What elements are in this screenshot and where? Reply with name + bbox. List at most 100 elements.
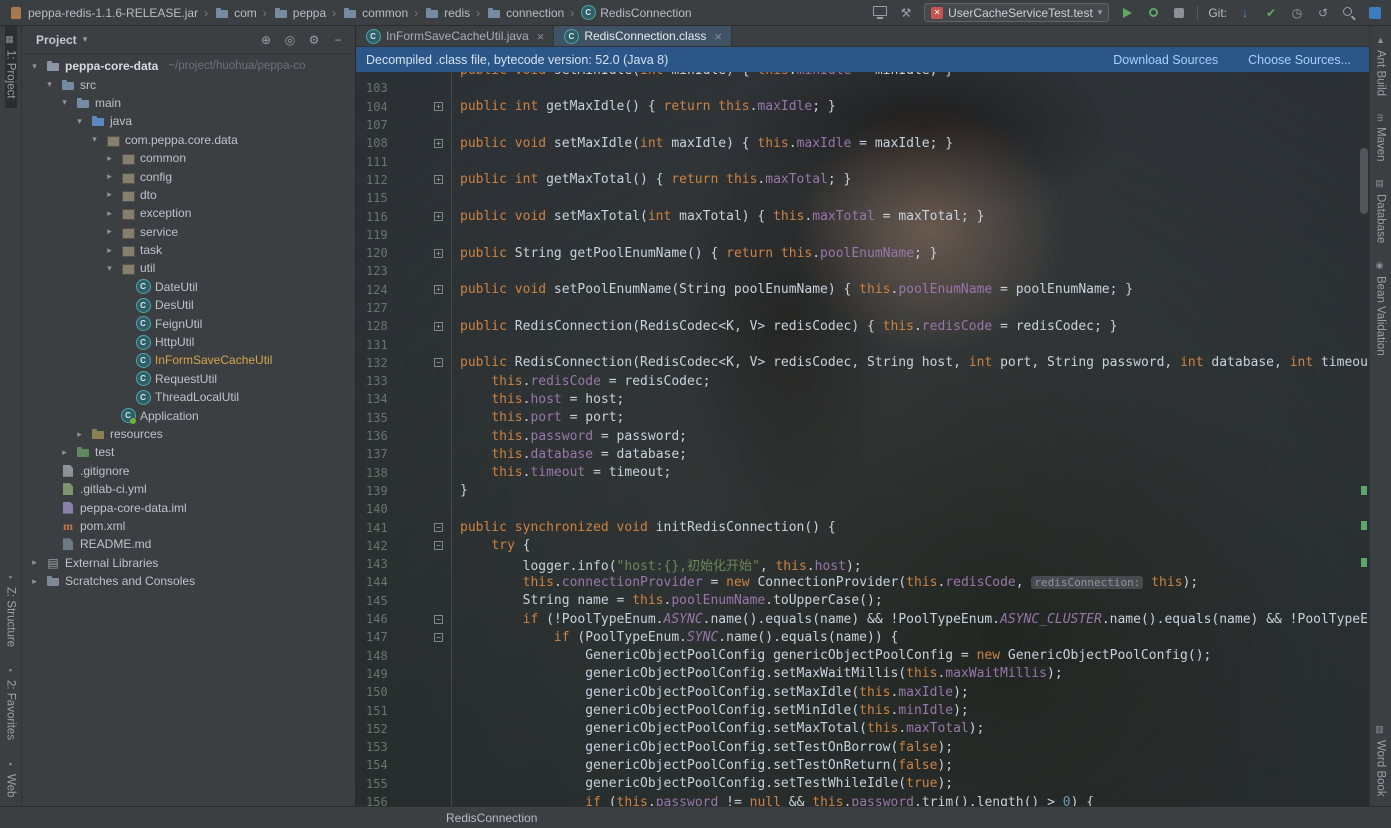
tree-item-resources[interactable]: ▸resources bbox=[22, 425, 355, 443]
chevron-collapsed-icon[interactable]: ▸ bbox=[103, 171, 116, 182]
close-icon[interactable]: × bbox=[537, 29, 545, 44]
chevron-expanded-icon[interactable]: ▾ bbox=[58, 97, 71, 108]
git-update-icon[interactable]: ↓ bbox=[1237, 5, 1253, 21]
editor-tab-redisconnection-class[interactable]: RedisConnection.class× bbox=[554, 26, 732, 46]
tool-window-button-bean-validation[interactable]: ◉Bean Validation bbox=[1375, 252, 1387, 365]
tree-item-exception[interactable]: ▸exception bbox=[22, 204, 355, 222]
tree-item-dateutil[interactable]: DateUtil bbox=[22, 278, 355, 296]
code-editor[interactable]: public void setMinIdle(int minIdle) { th… bbox=[356, 72, 1369, 806]
tool-window-button-z-structure[interactable]: ▪Z: Structure bbox=[5, 563, 17, 656]
fold-icon[interactable]: + bbox=[434, 322, 443, 331]
tool-window-button-word-book[interactable]: ▥Word Book bbox=[1375, 716, 1387, 806]
fold-icon[interactable]: + bbox=[434, 102, 443, 111]
tool-window-button-2-favorites[interactable]: ▪2: Favorites bbox=[5, 656, 17, 749]
fold-icon[interactable]: + bbox=[434, 175, 443, 184]
tree-item-readme-md[interactable]: README.md bbox=[22, 535, 355, 553]
tree-item-service[interactable]: ▸service bbox=[22, 223, 355, 241]
chevron-collapsed-icon[interactable]: ▸ bbox=[103, 208, 116, 219]
chevron-collapsed-icon[interactable]: ▸ bbox=[58, 447, 71, 458]
tree-item-httputil[interactable]: HttpUtil bbox=[22, 333, 355, 351]
git-commit-icon[interactable]: ✔ bbox=[1263, 5, 1279, 21]
chevron-down-icon[interactable]: ▾ bbox=[83, 34, 88, 45]
project-panel-title[interactable]: Project bbox=[36, 33, 77, 47]
chevron-expanded-icon[interactable]: ▾ bbox=[43, 79, 56, 90]
tree-item-test[interactable]: ▸test bbox=[22, 443, 355, 461]
collapse-all-icon[interactable]: ◎ bbox=[281, 33, 299, 47]
tree-item-external-libraries[interactable]: ▸External Libraries bbox=[22, 554, 355, 572]
run-config-select[interactable]: ✕ UserCacheServiceTest.test ▾ bbox=[924, 3, 1109, 22]
chevron-expanded-icon[interactable]: ▾ bbox=[28, 61, 41, 72]
tree-item-peppa-core-data-iml[interactable]: peppa-core-data.iml bbox=[22, 498, 355, 516]
tree-item-threadlocalutil[interactable]: ThreadLocalUtil bbox=[22, 388, 355, 406]
editor-scrollbar[interactable] bbox=[1359, 72, 1369, 806]
fold-icon[interactable]: − bbox=[434, 523, 443, 532]
chevron-collapsed-icon[interactable]: ▸ bbox=[28, 557, 41, 568]
close-icon[interactable]: × bbox=[714, 29, 722, 44]
scrollbar-thumb[interactable] bbox=[1360, 148, 1368, 214]
tree-item-task[interactable]: ▸task bbox=[22, 241, 355, 259]
fold-icon[interactable]: + bbox=[434, 249, 443, 258]
chevron-collapsed-icon[interactable]: ▸ bbox=[103, 226, 116, 237]
tree-item-informsavecacheutil[interactable]: InFormSaveCacheUtil bbox=[22, 351, 355, 369]
tree-item-application[interactable]: Application bbox=[22, 406, 355, 424]
tree-item-main[interactable]: ▾main bbox=[22, 94, 355, 112]
search-icon[interactable] bbox=[1341, 5, 1357, 21]
tree-item-com-peppa-core-data[interactable]: ▾com.peppa.core.data bbox=[22, 131, 355, 149]
tool-window-button-ant-build[interactable]: ▲Ant Build bbox=[1375, 26, 1387, 105]
fold-icon[interactable]: + bbox=[434, 285, 443, 294]
tree-item-peppa-core-data[interactable]: ▾peppa-core-data~/project/huohua/peppa-c… bbox=[22, 57, 355, 75]
breadcrumb-item-redisconnection[interactable]: RedisConnection bbox=[580, 5, 691, 21]
breadcrumb-item-connection[interactable]: connection bbox=[486, 5, 564, 21]
monitor-icon[interactable] bbox=[872, 5, 888, 21]
banner-link-choose-sources[interactable]: Choose Sources... bbox=[1248, 53, 1351, 67]
status-breadcrumb[interactable]: RedisConnection bbox=[446, 811, 537, 825]
breadcrumb-item-peppa-redis-1-1-6-release-jar[interactable]: peppa-redis-1.1.6-RELEASE.jar bbox=[8, 5, 198, 21]
banner-link-download-sources[interactable]: Download Sources bbox=[1113, 53, 1218, 67]
breadcrumb-item-common[interactable]: common bbox=[342, 5, 408, 21]
tree-item-gitlab-ci-yml[interactable]: .gitlab-ci.yml bbox=[22, 480, 355, 498]
chevron-expanded-icon[interactable]: ▾ bbox=[88, 134, 101, 145]
tree-item-util[interactable]: ▾util bbox=[22, 259, 355, 277]
gear-icon[interactable]: ⚙ bbox=[305, 33, 323, 47]
breadcrumb-item-redis[interactable]: redis bbox=[424, 5, 470, 21]
tool-window-button-database[interactable]: ▤Database bbox=[1375, 170, 1387, 252]
tool-window-button-1-project[interactable]: ▦1: Project bbox=[5, 26, 17, 108]
undo-icon[interactable]: ↺ bbox=[1315, 5, 1331, 21]
hide-panel-icon[interactable]: − bbox=[329, 33, 347, 47]
fold-icon[interactable]: − bbox=[434, 358, 443, 367]
chevron-collapsed-icon[interactable]: ▸ bbox=[103, 189, 116, 200]
tool-window-button-web[interactable]: ▪Web bbox=[5, 750, 17, 806]
tool-window-button-maven[interactable]: mMaven bbox=[1375, 105, 1387, 170]
history-icon[interactable]: ◷ bbox=[1289, 5, 1305, 21]
run-button[interactable] bbox=[1123, 8, 1132, 18]
chevron-collapsed-icon[interactable]: ▸ bbox=[73, 429, 86, 440]
tree-item-config[interactable]: ▸config bbox=[22, 167, 355, 185]
tree-item-dto[interactable]: ▸dto bbox=[22, 186, 355, 204]
coverage-icon[interactable] bbox=[1149, 8, 1158, 17]
locate-icon[interactable]: ⊕ bbox=[257, 33, 275, 47]
fold-icon[interactable]: − bbox=[434, 541, 443, 550]
chevron-collapsed-icon[interactable]: ▸ bbox=[103, 245, 116, 256]
fold-icon[interactable]: − bbox=[434, 615, 443, 624]
chevron-expanded-icon[interactable]: ▾ bbox=[103, 263, 116, 274]
tree-item-feignutil[interactable]: FeignUtil bbox=[22, 314, 355, 332]
fold-icon[interactable]: + bbox=[434, 139, 443, 148]
tree-item-common[interactable]: ▸common bbox=[22, 149, 355, 167]
tree-item-pom-xml[interactable]: pom.xml bbox=[22, 517, 355, 535]
breadcrumb-item-com[interactable]: com bbox=[214, 5, 257, 21]
tree-item-desutil[interactable]: DesUtil bbox=[22, 296, 355, 314]
tree-item-scratches-and-consoles[interactable]: ▸Scratches and Consoles bbox=[22, 572, 355, 590]
build-hammer-icon[interactable]: ⚒ bbox=[898, 5, 914, 21]
tree-item-requestutil[interactable]: RequestUtil bbox=[22, 370, 355, 388]
fold-icon[interactable]: − bbox=[434, 633, 443, 642]
chevron-expanded-icon[interactable]: ▾ bbox=[73, 116, 86, 127]
tree-item-java[interactable]: ▾java bbox=[22, 112, 355, 130]
chevron-collapsed-icon[interactable]: ▸ bbox=[103, 153, 116, 164]
tree-item-src[interactable]: ▾src bbox=[22, 75, 355, 93]
breadcrumb-item-peppa[interactable]: peppa bbox=[273, 5, 326, 21]
chevron-collapsed-icon[interactable]: ▸ bbox=[28, 576, 41, 587]
profiler-icon[interactable] bbox=[1174, 8, 1184, 18]
window-icon[interactable] bbox=[1369, 7, 1381, 19]
fold-icon[interactable]: + bbox=[434, 212, 443, 221]
tree-item-gitignore[interactable]: .gitignore bbox=[22, 462, 355, 480]
